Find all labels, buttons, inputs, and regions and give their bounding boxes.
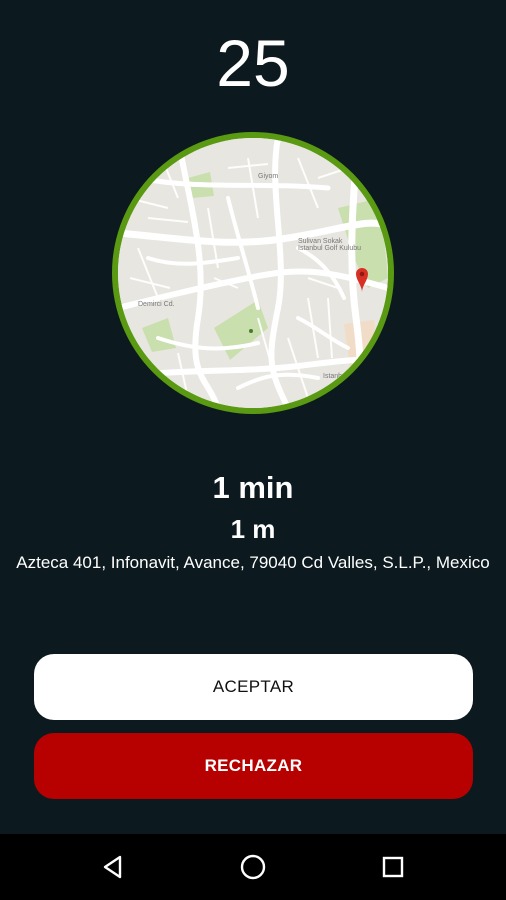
- home-circle-icon[interactable]: [233, 847, 273, 887]
- map-preview-ring: Sulivan Sokak Istanbul Golf Kulubu Istan…: [112, 132, 394, 414]
- trip-address: Azteca 401, Infonavit, Avance, 79040 Cd …: [16, 553, 490, 572]
- countdown-timer: 25: [216, 26, 290, 100]
- map-image: Sulivan Sokak Istanbul Golf Kulubu Istan…: [118, 138, 388, 408]
- trip-request-screen: 25 Sulivan Sokak Istanbul Golf Kulubu Is…: [0, 0, 506, 900]
- svg-text:Demirci Cd.: Demirci Cd.: [138, 301, 175, 308]
- svg-text:Sulivan Sokak: Sulivan Sokak: [298, 238, 343, 245]
- system-navigation-bar: [0, 834, 506, 900]
- svg-text:Istanbul Sise: Istanbul Sise: [323, 373, 363, 380]
- svg-text:Giyom: Giyom: [258, 173, 278, 180]
- recents-square-icon[interactable]: [373, 847, 413, 887]
- reject-button[interactable]: RECHAZAR: [34, 733, 473, 799]
- accept-button[interactable]: ACEPTAR: [34, 654, 473, 720]
- trip-time: 1 min: [212, 470, 294, 505]
- svg-text:Istanbul Golf Kulubu: Istanbul Golf Kulubu: [298, 245, 361, 252]
- map-preview: Sulivan Sokak Istanbul Golf Kulubu Istan…: [118, 138, 388, 408]
- trip-distance: 1 m: [230, 514, 276, 544]
- back-triangle-icon[interactable]: [93, 847, 133, 887]
